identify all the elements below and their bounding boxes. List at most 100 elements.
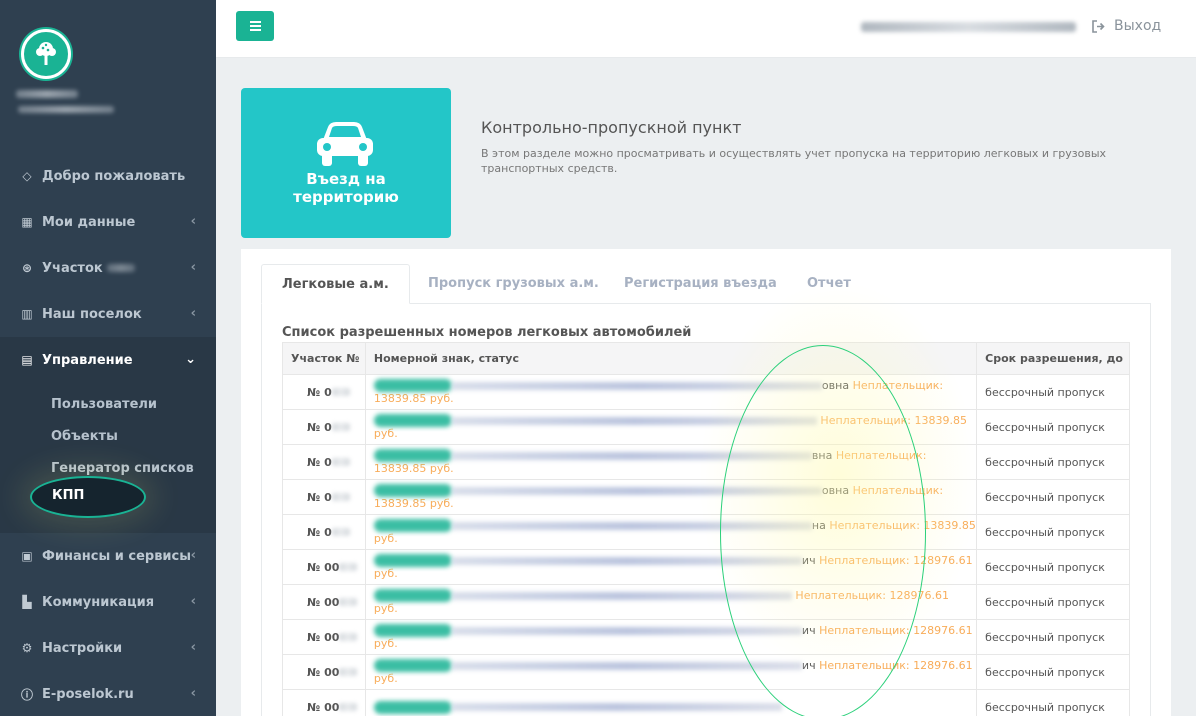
entry-tile[interactable]: Въезд на территорию — [241, 88, 451, 238]
sidebar-item-communication[interactable]: ▙ Коммуникация ‹ — [0, 579, 216, 625]
plot-number-cell: № 0 — [282, 409, 366, 445]
owner-redacted — [451, 416, 817, 425]
bar-chart-icon: ▥ — [21, 307, 33, 321]
plot-number: № 00 — [307, 665, 340, 679]
plot-number: № 0 — [307, 525, 332, 539]
owner-redacted — [451, 521, 812, 530]
term-cell: бессрочный пропуск — [976, 549, 1130, 585]
grid-icon: ▦ — [21, 215, 33, 229]
logout-label: Выход — [1114, 18, 1162, 34]
table-row[interactable]: № 00 ич Неплательщик: 128976.61 руб. бесср… — [282, 619, 1130, 655]
tabs-bar: Легковые а.м. Пропуск грузовых а.м. Реги… — [261, 264, 1151, 304]
sidebar-item-finance[interactable]: ▣ Финансы и сервисы ‹ — [0, 533, 216, 579]
plot-number-cell: № 00 — [282, 689, 366, 716]
plate-redacted — [373, 700, 452, 714]
plate-redacted — [373, 484, 452, 498]
submenu-item-users[interactable]: Пользователи — [0, 389, 216, 421]
content-panel: Легковые а.м. Пропуск грузовых а.м. Реги… — [241, 249, 1171, 716]
submenu-item-objects[interactable]: Объекты — [0, 421, 216, 453]
plot-number-redacted — [331, 457, 350, 466]
plate-status-cell: вна Неплательщик: 13839.85 руб. — [364, 444, 978, 480]
owner-redacted — [451, 626, 802, 635]
plate-status-cell: ич Неплательщик: 128976.61 руб. — [364, 654, 978, 690]
sign-out-icon — [1092, 19, 1105, 33]
sidebar-item-settings[interactable]: ⚙ Настройки ‹ — [0, 625, 216, 671]
table-row[interactable]: № 0 на Неплательщик: 13839.85 руб. бессроч… — [282, 514, 1130, 550]
hamburger-menu-button[interactable] — [236, 11, 274, 41]
plot-number: № 00 — [307, 560, 340, 574]
table-row[interactable]: № 0 овна Неплательщик: 13839.85 руб. бесср… — [282, 479, 1130, 515]
table-row[interactable]: № 00 Неплательщик: 128976.61 руб. бессроч… — [282, 584, 1130, 620]
sidebar-item-plot[interactable]: ⊛ Участок ‹ — [0, 245, 216, 291]
term-cell: бессрочный пропуск — [976, 689, 1130, 716]
owner-redacted — [451, 591, 792, 600]
sidebar-item-label: Финансы и сервисы — [42, 548, 191, 564]
table-row[interactable]: № 00 бессрочный пропуск — [282, 689, 1130, 716]
sidebar-item-management[interactable]: ▤ Управление ⌄ — [0, 337, 216, 383]
info-icon: ⓘ — [20, 687, 33, 702]
submenu-item-kpp[interactable]: КПП — [52, 488, 84, 503]
gear-wheel-icon: ⊛ — [21, 261, 33, 275]
logout-link[interactable]: Выход — [1092, 18, 1161, 34]
tab-trucks-pass[interactable]: Пропуск грузовых а.м. — [428, 264, 599, 304]
sidebar-item-label: Мои данные — [42, 214, 136, 230]
cogs-icon: ⚙ — [21, 641, 33, 655]
plate-status-cell: ич Неплательщик: 128976.61 руб. — [364, 619, 978, 655]
sidebar-item-our-village[interactable]: ▥ Наш поселок ‹ — [0, 291, 216, 337]
list-title: Список разрешенных номеров легковых авто… — [282, 325, 692, 340]
tab-report[interactable]: Отчет — [807, 264, 851, 304]
chevron-left-icon: ‹ — [190, 640, 196, 655]
plate-redacted — [373, 659, 452, 673]
plot-number-cell: № 0 — [282, 374, 366, 410]
column-header-plate: Номерной знак, статус — [364, 342, 978, 375]
plate-status-cell: на Неплательщик: 13839.85 руб. — [364, 514, 978, 550]
section-description: В этом разделе можно просматривать и осу… — [481, 147, 1107, 175]
sidebar-item-my-data[interactable]: ▦ Мои данные ‹ — [0, 199, 216, 245]
plot-number-redacted — [339, 702, 358, 711]
sidebar-item-label: Добро пожаловать — [42, 168, 186, 184]
plate-redacted — [373, 589, 452, 603]
table-row[interactable]: № 0 вна Неплательщик: 13839.85 руб. бессро… — [282, 444, 1130, 480]
entry-tile-line1: Въезд на — [306, 170, 386, 188]
table-row[interactable]: № 00 ич Неплательщик: 128976.61 руб. бесср… — [282, 549, 1130, 585]
sidebar-item-welcome[interactable]: ◇ Добро пожаловать — [0, 153, 216, 199]
term-cell: бессрочный пропуск — [976, 479, 1130, 515]
user-email-redacted — [18, 106, 114, 113]
term-cell: бессрочный пропуск — [976, 444, 1130, 480]
table-row[interactable]: № 00 ич Неплательщик: 128976.61 руб. бесср… — [282, 654, 1130, 690]
diamond-icon: ◇ — [22, 169, 32, 183]
sidebar-item-e-poselok[interactable]: ⓘ E-poselok.ru ‹ — [0, 671, 216, 716]
sidebar-item-label: Коммуникация — [42, 594, 155, 610]
sidebar-item-label: Наш поселок — [42, 306, 142, 322]
kpp-highlight-oval — [30, 476, 146, 518]
plot-number-redacted — [331, 492, 350, 501]
entry-tile-line2: территорию — [293, 188, 399, 206]
plate-status-cell: Неплательщик: 13839.85 руб. — [364, 409, 978, 445]
term-cell: бессрочный пропуск — [976, 514, 1130, 550]
tab-entry-registration[interactable]: Регистрация въезда — [624, 264, 777, 304]
logo-icon[interactable] — [21, 29, 71, 79]
plot-number-cell: № 0 — [282, 514, 366, 550]
chevron-left-icon: ‹ — [190, 260, 196, 275]
account-info-redacted — [861, 22, 1076, 32]
plot-number-redacted — [331, 422, 350, 431]
chevron-left-icon: ‹ — [190, 594, 196, 609]
plate-redacted — [373, 414, 452, 428]
plot-number-redacted — [339, 632, 358, 641]
owner-redacted — [451, 486, 822, 495]
plot-number-redacted — [339, 667, 358, 676]
table-row[interactable]: № 0 Неплательщик: 13839.85 руб. бессрочны… — [282, 409, 1130, 445]
owner-redacted — [451, 451, 812, 460]
plate-status-cell: ич Неплательщик: 128976.61 руб. — [364, 549, 978, 585]
owner-suffix: овна — [821, 483, 850, 497]
tab-cars[interactable]: Легковые а.м. — [261, 264, 410, 304]
plot-number-cell: № 00 — [282, 584, 366, 620]
sidebar-item-label: Настройки — [42, 640, 123, 656]
plate-redacted — [373, 554, 452, 568]
term-cell: бессрочный пропуск — [976, 374, 1130, 410]
plot-number: № 00 — [307, 595, 340, 609]
term-cell: бессрочный пропуск — [976, 619, 1130, 655]
owner-redacted — [451, 556, 802, 565]
table-row[interactable]: № 0 овна Неплательщик: 13839.85 руб. бесср… — [282, 374, 1130, 410]
plot-number-redacted — [331, 387, 350, 396]
